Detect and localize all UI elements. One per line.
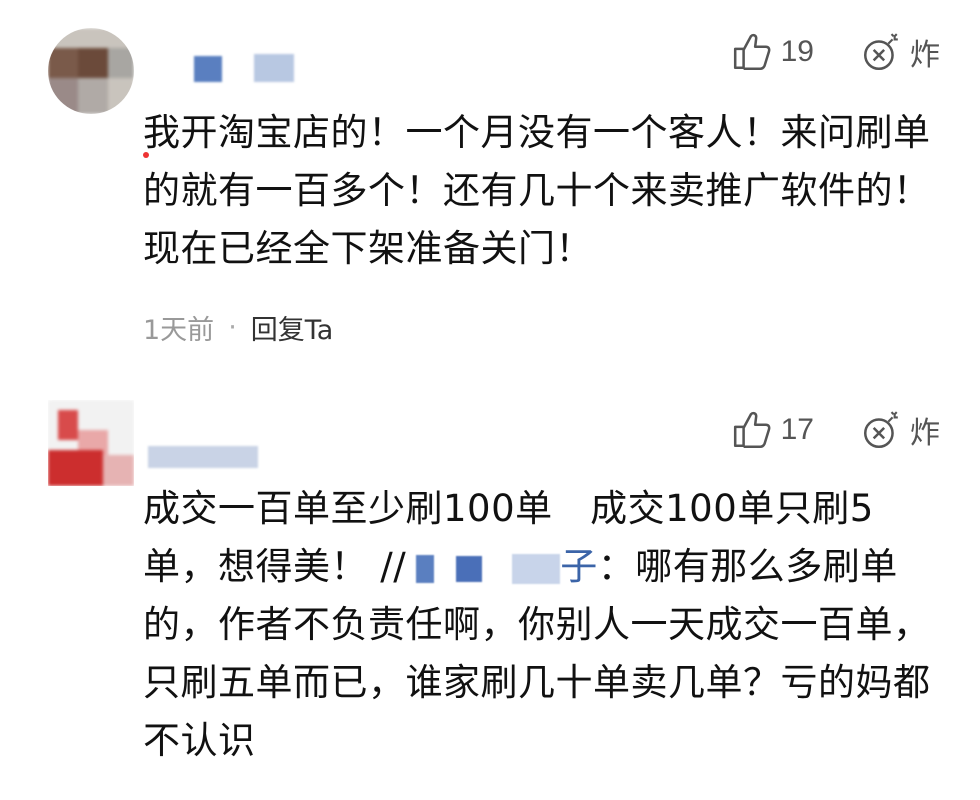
like-button[interactable]: 17 (731, 409, 854, 451)
redacted-name (456, 555, 483, 582)
bomb-label: 炸 (910, 38, 940, 73)
redacted-name (512, 553, 561, 584)
comment-text: 成交一百单至少刷100单 成交100单只刷5单，想得美！ //子：哪有那么多刷单… (143, 480, 933, 770)
username[interactable] (188, 48, 368, 88)
avatar[interactable] (48, 28, 134, 114)
like-count: 19 (780, 35, 814, 68)
bomb-icon (863, 33, 898, 71)
redacted-name (416, 554, 435, 583)
thumbs-up-icon (733, 33, 771, 71)
bomb-button[interactable]: 炸 (860, 408, 940, 452)
mention-suffix: 子 (560, 545, 598, 588)
comment-actions: 17 炸 (731, 408, 940, 452)
meta-separator: · (228, 312, 237, 343)
like-button[interactable]: 19 (731, 31, 854, 73)
mention-link[interactable]: 子 (406, 545, 598, 588)
comment-meta: 1天前 · 回复Ta (143, 308, 333, 347)
comment-time: 1天前 (143, 315, 215, 346)
username[interactable] (148, 428, 328, 468)
bomb-icon (863, 411, 898, 449)
bomb-button[interactable]: 炸 (860, 30, 940, 74)
comment-item: 19 炸 我开淘宝店的！一个月没有一个客人！来问刷单的就有一百多个！还有几十个来… (0, 0, 980, 380)
comment-text: 我开淘宝店的！一个月没有一个客人！来问刷单的就有一百多个！还有几十个来卖推广软件… (143, 111, 931, 270)
thumbs-up-icon (733, 411, 771, 449)
bomb-label: 炸 (910, 416, 940, 451)
comment-item: 17 炸 成交一百单至少刷100单 成交100单只刷5单，想得美！ //子：哪有… (0, 390, 980, 800)
like-count: 17 (780, 413, 814, 446)
comment-actions: 19 炸 (731, 30, 940, 74)
avatar[interactable] (48, 400, 134, 486)
reply-link[interactable]: 回复Ta (251, 308, 334, 347)
